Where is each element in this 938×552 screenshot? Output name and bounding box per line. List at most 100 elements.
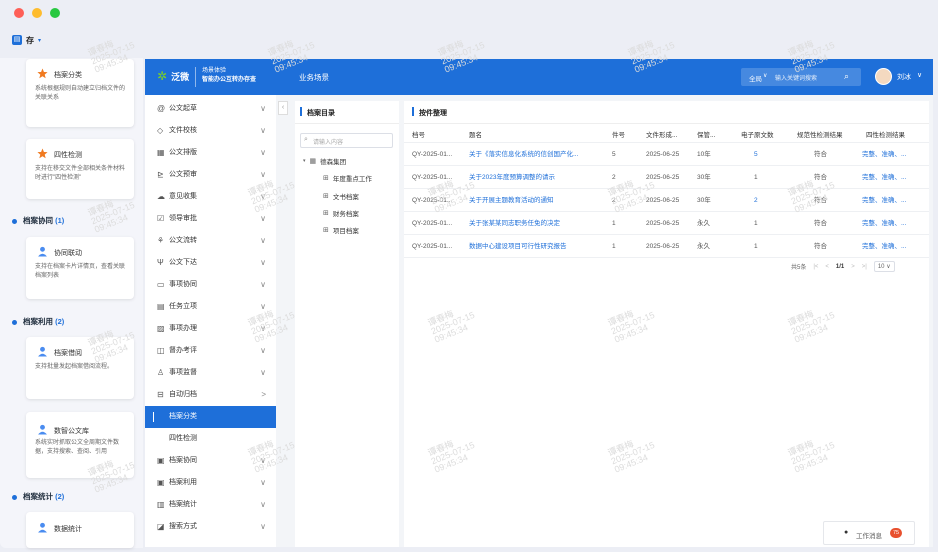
avatar[interactable]	[875, 68, 892, 85]
table-row[interactable]: QY-2025-01... 关于2023年度预算调整的请示 2 2025-06-25 3…	[404, 166, 929, 189]
chevron-down-icon: ∨	[260, 280, 266, 289]
folder-icon: ⊞	[323, 193, 329, 200]
archive-icon: ⊟	[157, 390, 164, 399]
table-cell[interactable]: 完整、准确、...	[862, 189, 906, 212]
menu-item[interactable]: ▥ 档案统计 ∨	[145, 494, 276, 516]
menu-item[interactable]: ◪ 搜索方式 ∨	[145, 516, 276, 538]
title-bar-mark	[300, 107, 302, 116]
tree-search-placeholder: 请输入内容	[313, 140, 344, 146]
menu-item[interactable]: 档案分类	[145, 406, 276, 428]
menu-item[interactable]: ◫ 督办考评 ∨	[145, 340, 276, 362]
global-search[interactable]: 全局 ∨ 输入关键词搜索 ⌕	[741, 68, 861, 86]
table-cell: 1	[754, 220, 758, 227]
table-row[interactable]: QY-2025-01... 关于《落实信息化系统的信创国产化... 5 2025-06…	[404, 143, 929, 166]
search-scope-select[interactable]: 全局	[749, 73, 762, 83]
search-input[interactable]: 输入关键词搜索	[775, 73, 817, 82]
task-icon: ▤	[157, 302, 165, 311]
collab-icon: ▣	[157, 456, 165, 465]
search-mode-icon: ◪	[157, 522, 165, 531]
menu-item-label: 领导审批	[169, 215, 197, 222]
first-page-icon[interactable]: |<	[813, 264, 818, 270]
table-row[interactable]: QY-2025-01... 数据中心建设项目可行性研究报告 1 2025-06-25 永…	[404, 235, 929, 258]
tree-node-child[interactable]: ⊞ 项目档案	[323, 225, 359, 235]
menu-item-label: 自动归档	[169, 391, 197, 398]
chart-icon: ⊵	[157, 170, 164, 179]
table-row[interactable]: QY-2025-01... 关于开展主题教育活动的通知 2 2025-06-25 30年…	[404, 189, 929, 212]
page-size-select[interactable]: 10 ∨	[873, 261, 895, 272]
feature-card-four-check[interactable]: 四性检测 支持在移交文件全部相关条件材料时进行"四性检测"	[26, 139, 134, 199]
table-cell: QY-2025-01...	[412, 243, 453, 250]
menu-item[interactable]: ◇ 文件校核 ∨	[145, 120, 276, 142]
table-cell[interactable]: 完整、准确、...	[862, 143, 906, 166]
menu-item[interactable]: ☑ 领导审批 ∨	[145, 208, 276, 230]
active-indicator	[153, 412, 154, 422]
table-cell[interactable]: 关于2023年度预算调整的请示	[469, 166, 555, 189]
chevron-down-icon[interactable]: ∨	[917, 71, 922, 79]
card-desc: 系统根据规则自动建立归档文件的关联关系	[35, 86, 126, 101]
org-name: 场景体验 智能办公互转办存查	[202, 67, 256, 85]
maximize-dot[interactable]	[50, 8, 60, 18]
menu-item[interactable]: ⊵ 公文预审 ∨	[145, 164, 276, 186]
section-dot	[12, 319, 17, 325]
tree-node-child[interactable]: ⊞ 文书档案	[323, 191, 359, 201]
table-cell[interactable]: 关于张某某同志职务任免的决定	[469, 212, 560, 235]
prev-page-icon[interactable]: <	[825, 264, 829, 270]
menu-item[interactable]: ▣ 档案协同 ∨	[145, 450, 276, 472]
tree-node-root[interactable]: ▾ ▦ 德森集团	[303, 156, 346, 166]
feature-card-borrow[interactable]: 档案借阅 支持批量发起档案借阅流程。	[26, 337, 134, 399]
table-cell: 1	[612, 220, 616, 227]
collapse-menu-icon[interactable]: ‹	[278, 101, 288, 115]
table-cell[interactable]: 关于《落实信息化系统的信创国产化...	[469, 143, 578, 166]
chevron-down-icon: ∨	[260, 258, 266, 267]
table-cell[interactable]: 关于开展主题教育活动的通知	[469, 189, 554, 212]
table-row[interactable]: QY-2025-01... 关于张某某同志职务任免的决定 1 2025-06-25 永久…	[404, 212, 929, 235]
menu-item[interactable]: ▭ 事项协同 ∨	[145, 274, 276, 296]
menu-item[interactable]: ▨ 事项办理 ∨	[145, 318, 276, 340]
user-icon	[37, 522, 48, 533]
chevron-down-icon: ∨	[260, 192, 266, 201]
table-cell[interactable]: 完整、准确、...	[862, 212, 906, 235]
tree-search-input[interactable]: ⌕ 请输入内容	[300, 133, 393, 148]
folder-icon: ▦	[309, 158, 317, 165]
chevron-down-icon: ∨	[260, 236, 266, 245]
work-message-label: 工作消息	[856, 533, 882, 540]
feature-card-archive-category[interactable]: 档案分类 系统根据规则自动建立归档文件的关联关系	[26, 59, 134, 127]
menu-item[interactable]: ▣ 档案利用 ∨	[145, 472, 276, 494]
divider	[295, 123, 399, 124]
feature-card-doc-library[interactable]: 数智公文库 系统实时抓取公文全周期文件数据，支持搜索、查阅、引用	[26, 412, 134, 478]
menu-item[interactable]: 四性检测	[145, 428, 276, 450]
menu-item[interactable]: ♙ 事项监督 ∨	[145, 362, 276, 384]
feature-card-stats[interactable]: 数据统计	[26, 512, 134, 548]
table-cell: QY-2025-01...	[412, 151, 453, 158]
menu-item-label: 事项办理	[169, 325, 197, 332]
close-dot[interactable]	[14, 8, 24, 18]
table-cell[interactable]: 数据中心建设项目可行性研究报告	[469, 235, 567, 258]
chevron-down-icon: ∨	[260, 346, 266, 355]
section-archive-use: 档案利用 (2)	[12, 316, 64, 327]
tree-root-label: 德森集团	[320, 159, 347, 166]
feature-card-collab[interactable]: 协同联动 支持在档案卡片详情页，查看关联档案列表	[26, 237, 134, 299]
menu-item[interactable]: ▤ 任务立项 ∨	[145, 296, 276, 318]
table-cell[interactable]: 完整、准确、...	[862, 235, 906, 258]
next-page-icon[interactable]: >	[851, 264, 855, 270]
tree-node-child[interactable]: ⊞ 年度重点工作	[323, 173, 372, 183]
menu-item[interactable]: ☁ 意见收集 ∨	[145, 186, 276, 208]
save-dropdown[interactable]: ▤ 存 ▾	[12, 34, 41, 46]
menu-item[interactable]: @ 公文起草 ∨	[145, 98, 276, 120]
table-cell[interactable]: 完整、准确、...	[862, 166, 906, 189]
table-cell: QY-2025-01...	[412, 197, 453, 204]
menu-item[interactable]: ▦ 公文排版 ∨	[145, 142, 276, 164]
last-page-icon[interactable]: >|	[862, 264, 867, 270]
work-message-button[interactable]: ● 工作消息 75	[823, 521, 915, 545]
menu-item[interactable]: ⊟ 自动归档 >	[145, 384, 276, 406]
user-name[interactable]: 刘冰	[897, 72, 911, 82]
search-icon[interactable]: ⌕	[844, 71, 849, 82]
user-icon	[37, 346, 48, 357]
menu-item-label: 搜索方式	[169, 523, 197, 530]
card-title: 协同联动	[54, 250, 82, 257]
tree-node-child[interactable]: ⊞ 财务档案	[323, 208, 359, 218]
menu-item[interactable]: ⚘ 公文流转 ∨	[145, 230, 276, 252]
menu-item[interactable]: Ψ 公文下达 ∨	[145, 252, 276, 274]
nav-business-scene[interactable]: 业务场景	[299, 72, 329, 83]
minimize-dot[interactable]	[32, 8, 42, 18]
